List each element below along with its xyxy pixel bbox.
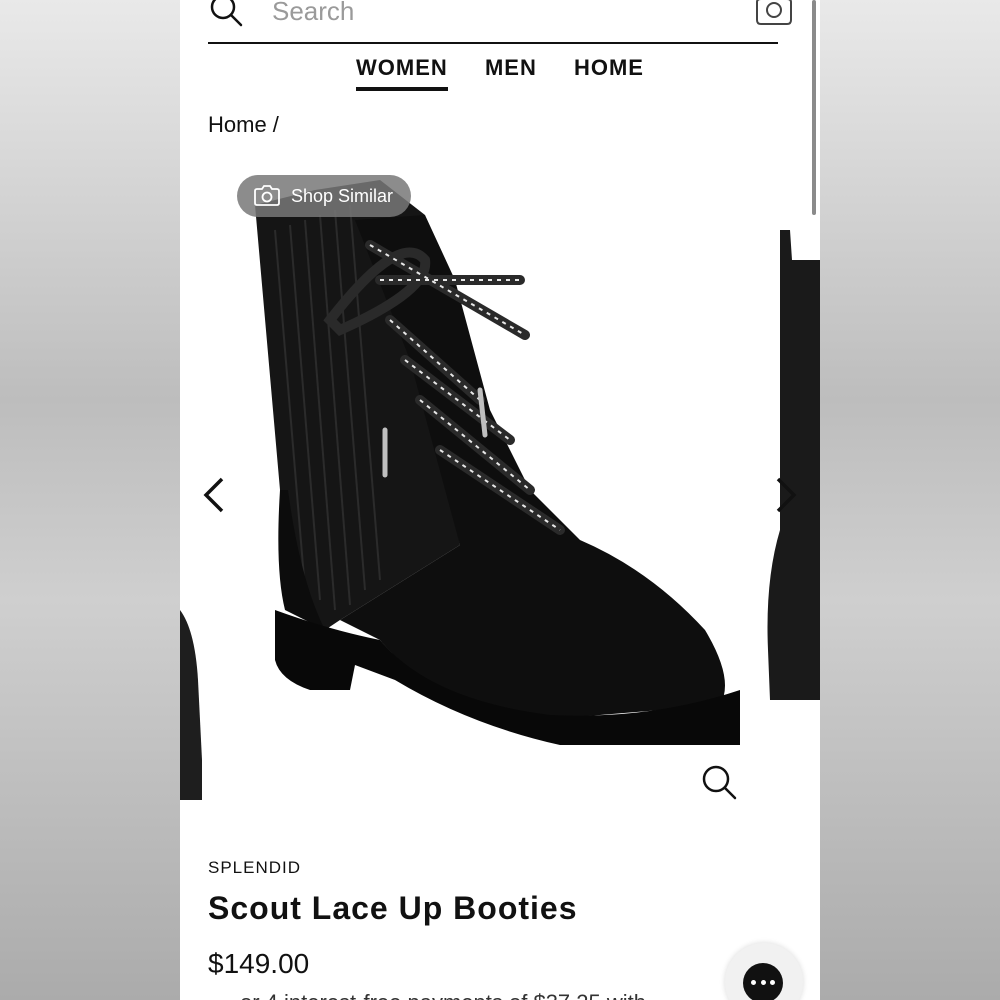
shop-similar-label: Shop Similar (291, 185, 394, 206)
shop-similar-button[interactable]: Shop Similar (237, 175, 412, 217)
product-image (180, 180, 820, 800)
installments-text: or 4 interest-free payments of $37.25 wi… (240, 990, 646, 1000)
chat-icon (743, 963, 783, 1000)
camera-icon[interactable] (753, 0, 795, 30)
search-bar (208, 0, 792, 44)
tab-men[interactable]: MEN (485, 55, 537, 87)
category-nav: WOMEN MEN HOME (180, 55, 820, 91)
product-image-carousel[interactable]: Shop Similar (180, 160, 820, 820)
product-title: Scout Lace Up Booties (208, 890, 578, 926)
background-left (0, 0, 180, 1000)
product-price: $149.00 (208, 948, 310, 979)
product-brand[interactable]: SPLENDID (208, 858, 301, 878)
breadcrumb[interactable]: Home / (208, 112, 279, 138)
chevron-right-icon[interactable] (772, 475, 800, 515)
search-icon[interactable] (208, 0, 244, 28)
phone-screen: WOMEN MEN HOME Home / (180, 0, 820, 1000)
chat-button[interactable] (725, 943, 803, 1000)
search-input[interactable] (270, 0, 694, 30)
background-right (820, 0, 1000, 1000)
tab-home[interactable]: HOME (574, 55, 644, 87)
camera-icon (254, 185, 280, 206)
zoom-icon[interactable] (700, 763, 740, 803)
chevron-left-icon[interactable] (200, 475, 228, 515)
tab-women[interactable]: WOMEN (356, 55, 448, 91)
